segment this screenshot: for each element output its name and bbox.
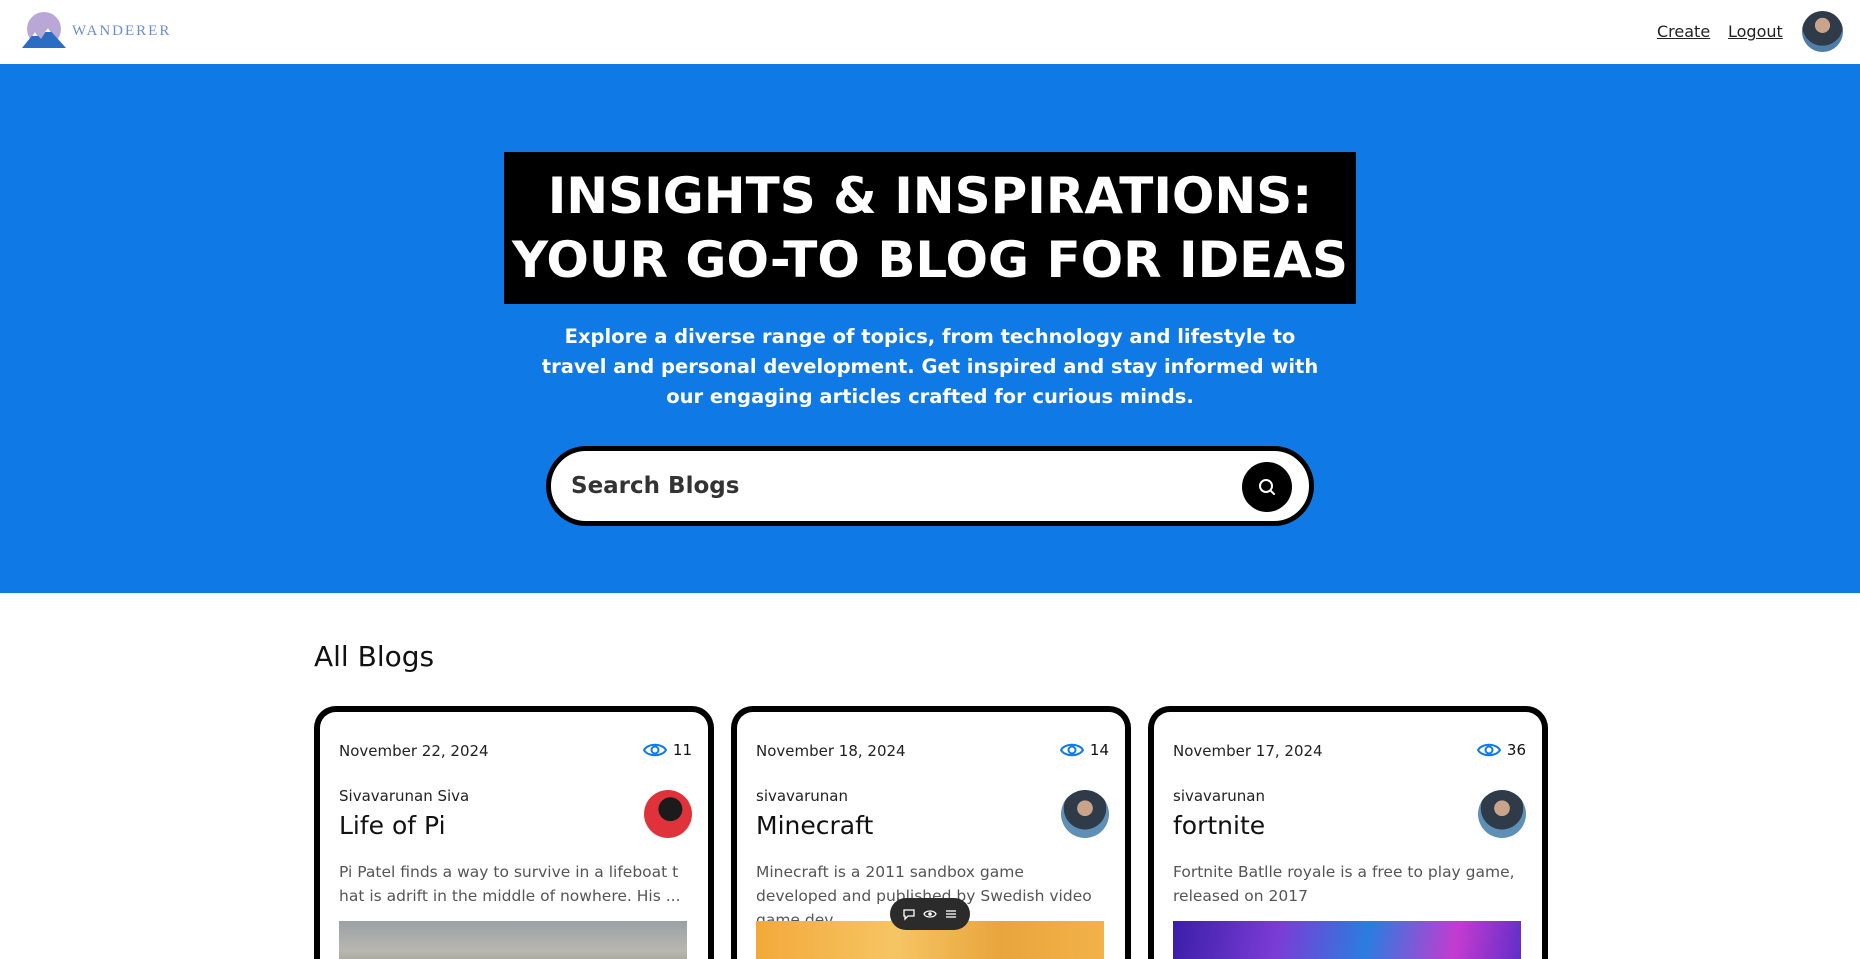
search-input[interactable] bbox=[571, 465, 1211, 507]
blog-views: 11 bbox=[642, 741, 692, 759]
view-count: 14 bbox=[1089, 741, 1109, 759]
blog-cover-image bbox=[339, 921, 687, 959]
user-avatar[interactable] bbox=[1802, 11, 1843, 52]
list-icon[interactable] bbox=[944, 907, 958, 921]
hero-title: INSIGHTS & INSPIRATIONS: YOUR GO-TO BLOG… bbox=[504, 152, 1356, 304]
blog-title[interactable]: fortnite bbox=[1173, 811, 1265, 840]
hero-section: INSIGHTS & INSPIRATIONS: YOUR GO-TO BLOG… bbox=[0, 64, 1860, 593]
blog-date: November 17, 2024 bbox=[1173, 742, 1323, 760]
blog-excerpt: Fortnite Batlle royale is a free to play… bbox=[1173, 863, 1515, 905]
view-count: 36 bbox=[1506, 741, 1526, 759]
floating-toolbar bbox=[890, 898, 970, 930]
blog-author: sivavarunan bbox=[1173, 787, 1265, 805]
blog-date: November 18, 2024 bbox=[756, 742, 906, 760]
hero-title-line1: INSIGHTS & INSPIRATIONS: bbox=[547, 167, 1313, 225]
mountain-logo-icon bbox=[22, 12, 66, 48]
blog-title[interactable]: Life of Pi bbox=[339, 811, 446, 840]
eye-icon bbox=[1476, 743, 1501, 757]
top-navbar: WANDERER Create Logout bbox=[0, 0, 1860, 64]
search-button[interactable] bbox=[1242, 462, 1292, 512]
author-avatar bbox=[644, 790, 692, 838]
comment-icon[interactable] bbox=[902, 907, 916, 921]
author-avatar bbox=[1478, 790, 1526, 838]
section-title: All Blogs bbox=[314, 640, 435, 673]
blog-card[interactable]: November 22, 2024 11 Sivavarunan Siva Li… bbox=[314, 706, 714, 959]
eye-icon bbox=[642, 743, 667, 757]
blog-title[interactable]: Minecraft bbox=[756, 811, 873, 840]
blog-author: sivavarunan bbox=[756, 787, 848, 805]
search-icon bbox=[1259, 479, 1275, 495]
site-logo[interactable]: WANDERER bbox=[22, 12, 171, 50]
blog-views: 36 bbox=[1476, 741, 1526, 759]
view-count: 11 bbox=[672, 741, 692, 759]
logo-text: WANDERER bbox=[72, 22, 172, 39]
blog-cover-image bbox=[1173, 921, 1521, 959]
hero-subtitle: Explore a diverse range of topics, from … bbox=[541, 325, 1319, 408]
search-bar bbox=[546, 446, 1314, 526]
blog-card[interactable]: November 17, 2024 36 sivavarunan fortnit… bbox=[1148, 706, 1548, 959]
author-avatar bbox=[1061, 790, 1109, 838]
hero-title-line2: YOUR GO-TO BLOG FOR IDEAS bbox=[511, 231, 1348, 289]
eye-icon bbox=[1059, 743, 1084, 757]
eye-toggle-icon[interactable] bbox=[923, 907, 937, 921]
blog-excerpt: Pi Patel finds a way to survive in a lif… bbox=[339, 863, 681, 905]
blog-views: 14 bbox=[1059, 741, 1109, 759]
logout-link[interactable]: Logout bbox=[1728, 22, 1783, 41]
create-link[interactable]: Create bbox=[1657, 22, 1710, 41]
blog-date: November 22, 2024 bbox=[339, 742, 489, 760]
blog-author: Sivavarunan Siva bbox=[339, 787, 470, 805]
